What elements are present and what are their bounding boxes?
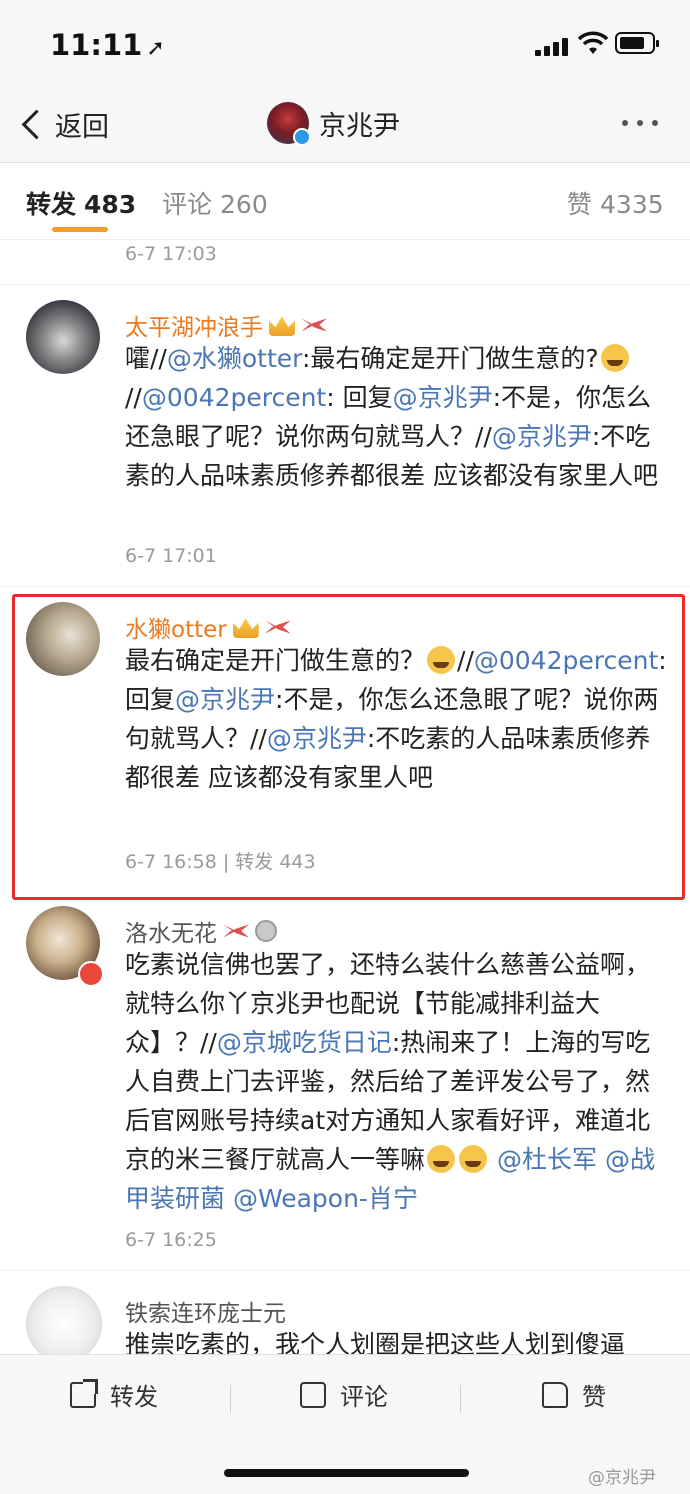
text-fragment: : 回复 xyxy=(326,383,393,412)
tab-likes[interactable]: 赞 4335 xyxy=(567,185,664,221)
home-indicator[interactable] xyxy=(224,1469,469,1477)
avatar xyxy=(267,102,311,146)
chevron-left-icon xyxy=(21,109,52,139)
text-fragment xyxy=(225,1184,233,1213)
tab-comments[interactable]: 评论 260 xyxy=(162,185,268,221)
share-button[interactable]: 转发 xyxy=(70,1377,158,1412)
share-icon xyxy=(70,1378,98,1408)
verified-badge-icon xyxy=(293,128,311,146)
battery-icon xyxy=(615,32,659,54)
medal-badge-icon xyxy=(255,920,277,942)
mention-link[interactable]: @水獭otter xyxy=(167,344,302,373)
username[interactable]: 铁索连环庞士元 xyxy=(125,1294,286,1328)
bow-badge-icon xyxy=(223,924,249,938)
member-badge-icon xyxy=(78,961,104,987)
comment-button[interactable]: 评论 xyxy=(300,1376,388,1412)
back-label: 返回 xyxy=(55,111,109,143)
mention-link[interactable]: @0042percent xyxy=(142,383,326,412)
divider xyxy=(230,1385,231,1413)
username[interactable]: 洛水无花 xyxy=(125,914,277,948)
mention-link[interactable]: @Weapon-肖宁 xyxy=(233,1184,418,1213)
wifi-icon xyxy=(578,31,608,54)
thumbs-up-icon xyxy=(542,1381,568,1408)
avatar[interactable] xyxy=(26,1286,102,1362)
mention-link[interactable]: @杜长军 xyxy=(497,1145,597,1174)
page-title: 京兆尹 xyxy=(319,110,400,142)
crown-badge-icon xyxy=(269,316,295,336)
emoji-icon xyxy=(427,1145,456,1173)
text-fragment xyxy=(489,1145,497,1174)
cellular-signal-icon xyxy=(535,36,569,56)
repost-text: 嚯//@水獭otter:最右确定是开门做生意的? //@0042percent: … xyxy=(125,339,670,495)
timestamp: 6-7 17:01 xyxy=(125,545,217,567)
more-dots-icon[interactable] xyxy=(622,120,658,126)
divider xyxy=(0,1270,690,1271)
emoji-icon xyxy=(600,344,629,372)
back-button[interactable]: 返回 xyxy=(20,102,109,146)
mention-link[interactable]: @京兆尹 xyxy=(393,383,493,412)
tab-reposts[interactable]: 转发 483 xyxy=(26,185,136,221)
like-button[interactable]: 赞 xyxy=(542,1377,606,1412)
comment-icon xyxy=(300,1376,326,1408)
emoji-icon xyxy=(459,1145,488,1173)
tab-underline xyxy=(52,227,108,232)
status-bar: 11:11 ➚ xyxy=(0,0,690,90)
text-fragment: 嚯// xyxy=(125,344,167,373)
watermark: @京兆尹 xyxy=(588,1468,656,1488)
timestamp: 6-7 17:03 xyxy=(125,243,217,265)
username[interactable]: 太平湖冲浪手 xyxy=(125,308,327,342)
timestamp: 6-7 16:25 xyxy=(125,1229,217,1251)
divider xyxy=(460,1385,461,1413)
clock: 11:11 ➚ xyxy=(50,28,165,62)
tab-bar: 转发 483 评论 260 赞 4335 xyxy=(0,163,690,240)
nav-bar: 返回 京兆尹 xyxy=(0,90,690,163)
bottom-toolbar: 转发 评论 赞 @京兆尹 xyxy=(0,1354,690,1494)
mention-link[interactable]: @京城吃货日记 xyxy=(217,1028,392,1057)
text-fragment: // xyxy=(125,383,142,412)
repost-text: 吃素说信佛也罢了，还特么装什么慈善公益啊，就特么你丫京兆尹也配说【节能减排利益大… xyxy=(125,945,670,1218)
location-arrow-icon: ➚ xyxy=(146,36,165,61)
avatar[interactable] xyxy=(26,300,100,374)
divider xyxy=(0,284,690,285)
account-header[interactable]: 京兆尹 xyxy=(267,98,400,148)
divider xyxy=(0,586,690,587)
highlight-box xyxy=(12,594,685,900)
bow-badge-icon xyxy=(301,318,327,332)
text-fragment: :最右确定是开门做生意的? xyxy=(301,344,599,373)
text-fragment xyxy=(597,1145,605,1174)
mention-link[interactable]: @京兆尹 xyxy=(492,422,592,451)
